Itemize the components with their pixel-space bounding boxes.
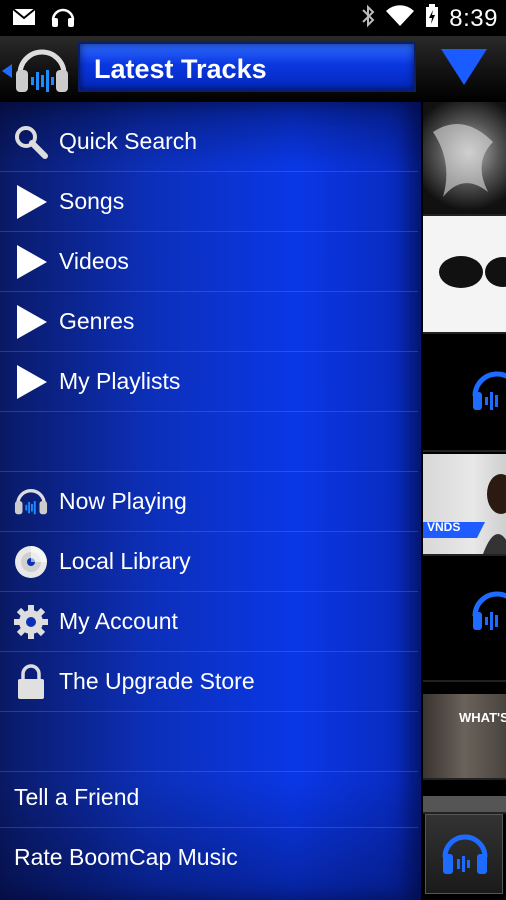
thumbnail-caption: WHAT'S [459, 710, 506, 725]
menu-spacer [0, 412, 418, 472]
menu-item-label: Tell a Friend [14, 784, 140, 810]
menu-item-label: Now Playing [59, 488, 187, 514]
menu-spacer [0, 712, 418, 772]
menu-item-label: Genres [59, 308, 135, 334]
gear-icon [14, 604, 48, 640]
headphones-icon [440, 829, 490, 884]
menu-item-label: Quick Search [59, 128, 198, 154]
track-thumbnail[interactable]: WHAT'S [423, 694, 506, 780]
bluetooth-icon [361, 4, 375, 33]
play-icon [14, 244, 48, 280]
dropdown-button[interactable] [422, 36, 506, 102]
lock-icon [14, 664, 48, 700]
menu-item-label: Rate BoomCap Music [14, 844, 238, 870]
menu-item-rate-app[interactable]: Rate BoomCap Music [0, 828, 418, 888]
disc-icon [14, 544, 48, 580]
menu-item-songs[interactable]: Songs [0, 172, 418, 232]
triangle-down-icon [441, 47, 487, 92]
track-thumbnail[interactable] [423, 216, 506, 334]
search-icon [14, 124, 48, 160]
play-icon [14, 184, 48, 220]
wifi-icon [385, 5, 415, 32]
menu-item-now-playing[interactable]: Now Playing [0, 472, 418, 532]
menu-item-videos[interactable]: Videos [0, 232, 418, 292]
track-thumbnail[interactable] [423, 102, 506, 216]
menu-item-my-playlists[interactable]: My Playlists [0, 352, 418, 412]
menu-item-quick-search[interactable]: Quick Search [0, 112, 418, 172]
clock: 8:39 [449, 4, 498, 32]
back-arrow-icon [2, 64, 12, 83]
navigation-drawer: Quick Search Songs Videos Genres My Play… [0, 102, 421, 900]
menu-item-label: The Upgrade Store [59, 668, 255, 694]
track-thumbnail[interactable] [423, 796, 506, 814]
track-thumbnail-strip: VNDS WHAT'S [421, 102, 506, 900]
headphones-notification-icon [50, 6, 76, 33]
app-logo-icon [14, 44, 70, 101]
battery-icon [425, 4, 439, 33]
status-bar: 8:39 [0, 0, 506, 36]
menu-item-my-account[interactable]: My Account [0, 592, 418, 652]
play-icon [14, 364, 48, 400]
menu-item-label: Videos [59, 248, 129, 274]
menu-item-label: Songs [59, 188, 125, 214]
page-title: Latest Tracks [94, 54, 267, 84]
action-bar: Latest Tracks [0, 36, 506, 103]
track-thumbnail[interactable] [423, 334, 506, 452]
menu-item-local-library[interactable]: Local Library [0, 532, 418, 592]
app-home-button[interactable] [2, 42, 74, 98]
now-playing-button[interactable] [425, 814, 503, 894]
mail-icon [12, 8, 36, 31]
play-icon [14, 304, 48, 340]
track-thumbnail[interactable] [423, 558, 506, 682]
thumbnail-caption: VNDS [427, 520, 461, 534]
track-thumbnail[interactable]: VNDS [423, 454, 506, 556]
title-box[interactable]: Latest Tracks [78, 42, 416, 92]
menu-item-genres[interactable]: Genres [0, 292, 418, 352]
headphones-icon [14, 484, 48, 520]
menu-item-tell-a-friend[interactable]: Tell a Friend [0, 768, 418, 828]
menu-item-upgrade-store[interactable]: The Upgrade Store [0, 652, 418, 712]
menu-item-label: Local Library [59, 548, 191, 574]
menu-item-label: My Account [59, 608, 178, 634]
menu-item-label: My Playlists [59, 368, 181, 394]
